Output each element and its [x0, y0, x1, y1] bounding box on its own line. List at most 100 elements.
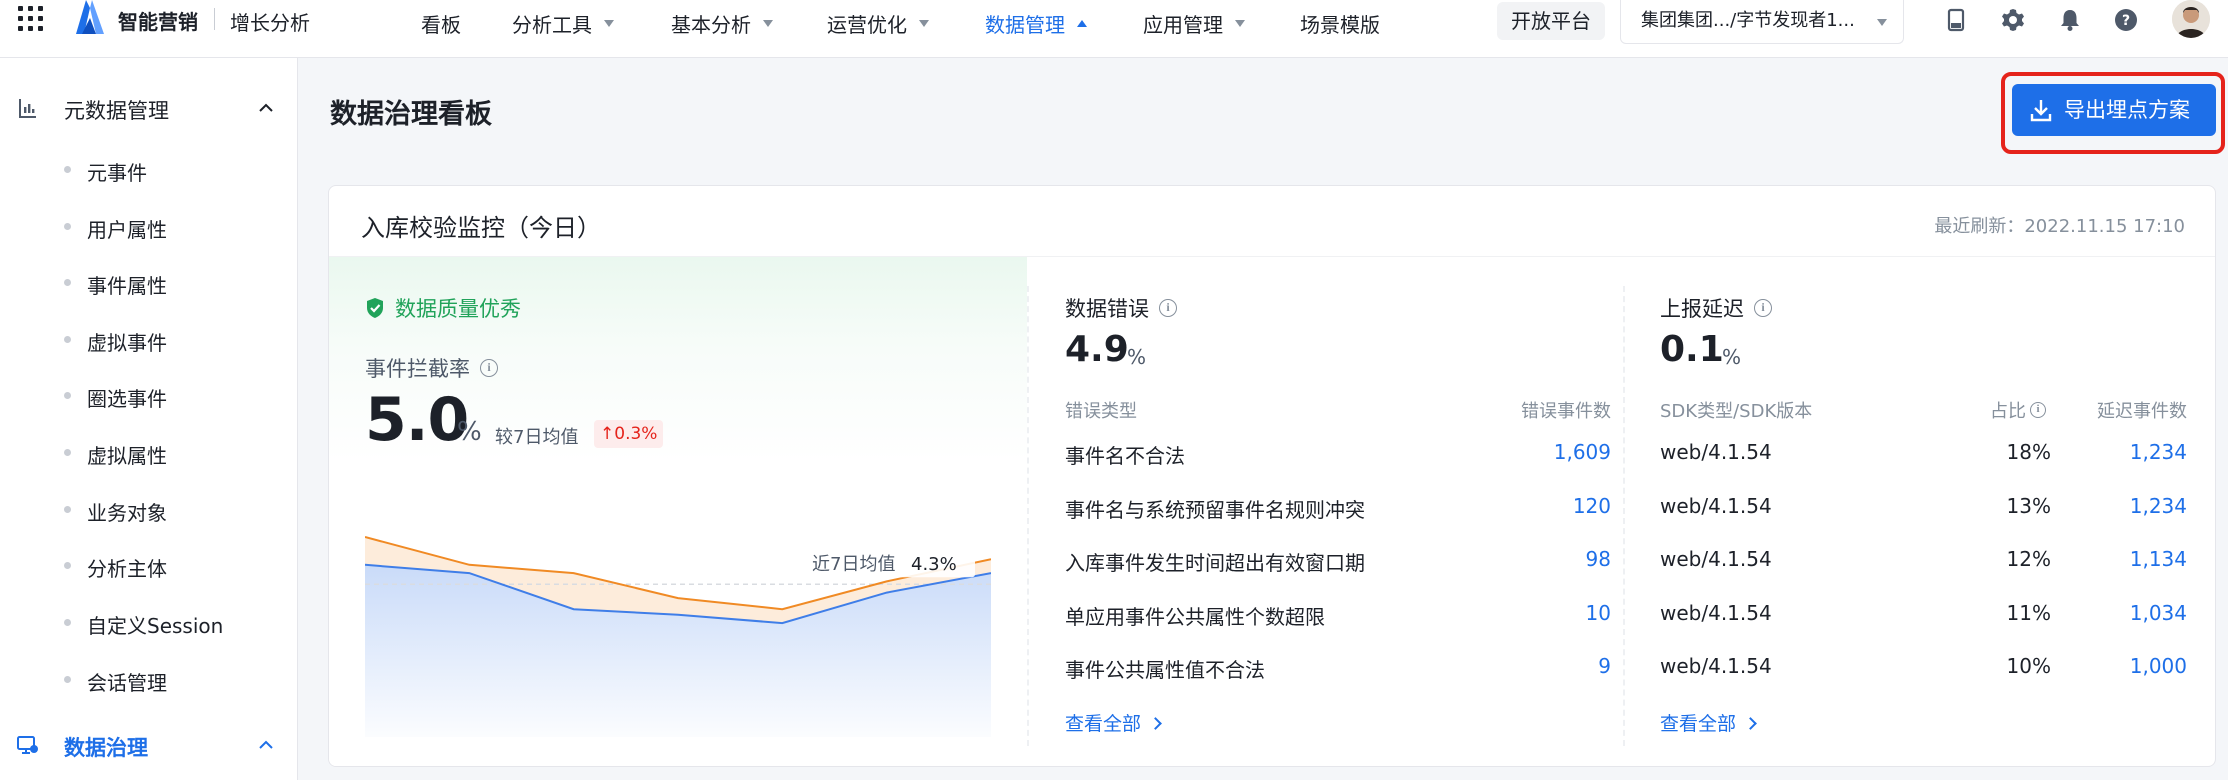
bell-icon[interactable]	[2056, 6, 2084, 34]
chevron-right-icon	[1149, 717, 1162, 730]
intercept-rate-unit: %	[457, 417, 482, 447]
error-count-link[interactable]: 10	[1586, 601, 1611, 625]
nav-data-management[interactable]: 数据管理	[985, 9, 1087, 38]
sidebar-item-label: 事件属性	[87, 274, 167, 298]
error-count-link[interactable]: 98	[1586, 547, 1611, 571]
delay-count-link[interactable]: 1,034	[2130, 601, 2187, 625]
quality-panel: 数据质量优秀 事件拦截率 i 5.0 % 较7日均值 ↑0.3% 近7日均值 4.…	[329, 257, 1027, 766]
bullet-dot	[64, 562, 71, 569]
brand-name[interactable]: 智能营销	[118, 6, 198, 35]
intercept-rate-value: 5.0	[365, 385, 469, 455]
sidebar-item-event-properties[interactable]: 事件属性	[0, 263, 298, 303]
nav-app-management[interactable]: 应用管理	[1143, 9, 1245, 38]
sidebar-group-metadata[interactable]: 元数据管理	[0, 88, 298, 128]
error-type: 入库事件发生时间超出有效窗口期	[1065, 551, 1365, 575]
tablet-icon[interactable]	[1942, 6, 1970, 34]
sidebar-item-virtual-events[interactable]: 虚拟事件	[0, 320, 298, 360]
column-header-delay-count: 延迟事件数	[2097, 401, 2187, 422]
sidebar-item-user-properties[interactable]: 用户属性	[0, 207, 298, 247]
bullet-dot	[64, 166, 71, 173]
delay-count-link[interactable]: 1,234	[2130, 494, 2187, 518]
arrow-up-icon: ↑	[600, 424, 615, 444]
sidebar-group-data-governance[interactable]: 数据治理	[0, 725, 298, 765]
bullet-dot	[64, 336, 71, 343]
intercept-rate-label: 事件拦截率 i	[365, 353, 498, 383]
view-all-delay-link[interactable]: 查看全部	[1660, 709, 1757, 736]
delay-count-link[interactable]: 1,134	[2130, 547, 2187, 571]
delay-title: 上报延迟 i	[1660, 293, 1772, 323]
sidebar-item-session-management[interactable]: 会话管理	[0, 660, 298, 700]
sidebar-item-label: 会话管理	[87, 671, 167, 695]
sidebar-item-virtual-properties[interactable]: 虚拟属性	[0, 433, 298, 473]
divider	[1623, 286, 1625, 746]
error-type: 事件名与系统预留事件名规则冲突	[1065, 498, 1365, 522]
export-tracking-plan-button[interactable]: 导出埋点方案	[2012, 84, 2216, 136]
chevron-up-icon[interactable]	[258, 737, 274, 753]
nav-dashboard[interactable]: 看板	[421, 9, 461, 38]
app-grid-icon[interactable]	[18, 6, 44, 32]
column-header-error-type: 错误类型	[1065, 401, 1137, 422]
delay-count-link[interactable]: 1,000	[2130, 654, 2187, 678]
report-delay-panel: 上报延迟 i 0.1 % SDK类型/SDK版本 占比 i 延迟事件数 web/4.…	[1660, 257, 2187, 766]
nav-analysis-tools[interactable]: 分析工具	[512, 9, 614, 38]
sidebar: 元数据管理 元事件 用户属性 事件属性 虚拟事件 圈选事件 虚拟属性 业务对象 …	[0, 58, 298, 780]
column-header-sdk: SDK类型/SDK版本	[1660, 401, 1813, 422]
card-title: 入库校验监控（今日）	[361, 214, 601, 242]
error-type: 单应用事件公共属性个数超限	[1065, 605, 1325, 629]
sidebar-group-label: 元数据管理	[64, 99, 169, 123]
error-count-link[interactable]: 9	[1598, 654, 1611, 678]
help-icon[interactable]: ?	[2112, 6, 2140, 34]
chevron-down-icon	[604, 20, 614, 27]
delay-ratio: 11%	[2006, 601, 2051, 625]
bullet-dot	[64, 506, 71, 513]
user-avatar[interactable]	[2172, 0, 2210, 38]
sidebar-item-label: 元事件	[87, 161, 147, 185]
sdk-version: web/4.1.54	[1660, 547, 1772, 571]
sidebar-item-analysis-subject[interactable]: 分析主体	[0, 546, 298, 586]
sdk-version: web/4.1.54	[1660, 440, 1772, 464]
chevron-up-icon[interactable]	[258, 100, 274, 116]
svg-text:?: ?	[2122, 13, 2130, 29]
nav-operations[interactable]: 运营优化	[827, 9, 929, 38]
sidebar-item-label: 分析主体	[87, 557, 167, 581]
error-type: 事件公共属性值不合法	[1065, 658, 1265, 682]
sidebar-item-circled-events[interactable]: 圈选事件	[0, 376, 298, 416]
column-header-error-count: 错误事件数	[1521, 401, 1611, 422]
open-platform-button[interactable]: 开放平台	[1497, 2, 1605, 40]
column-header-ratio: 占比 i	[1990, 397, 2046, 423]
info-icon[interactable]: i	[2030, 402, 2046, 418]
delay-ratio: 18%	[2006, 440, 2051, 464]
sidebar-item-label: 业务对象	[87, 501, 167, 525]
view-all-errors-link[interactable]: 查看全部	[1065, 709, 1162, 736]
delay-ratio: 12%	[2006, 547, 2051, 571]
delay-count-link[interactable]: 1,234	[2130, 440, 2187, 464]
sidebar-item-label: 用户属性	[87, 218, 167, 242]
ingestion-monitor-card: 入库校验监控（今日） 最近刷新：2022.11.15 17:10 数据质量优秀 …	[328, 185, 2216, 767]
avg-label: 近7日均值	[812, 554, 895, 575]
page-title: 数据治理看板	[330, 99, 492, 130]
error-count-link[interactable]: 120	[1573, 494, 1611, 518]
project-selector[interactable]: 集团集团.../字节发现者1...	[1620, 0, 1904, 44]
top-navbar: 智能营销 增长分析 看板 分析工具 基本分析 运营优化 数据管理 应用管理 场景…	[0, 0, 2228, 58]
sidebar-item-business-objects[interactable]: 业务对象	[0, 490, 298, 530]
product-name[interactable]: 增长分析	[230, 7, 310, 36]
error-count-link[interactable]: 1,609	[1554, 440, 1611, 464]
sidebar-item-meta-events[interactable]: 元事件	[0, 150, 298, 190]
info-icon[interactable]: i	[480, 359, 498, 377]
sidebar-group-label: 数据治理	[64, 736, 148, 760]
nav-basic-analysis[interactable]: 基本分析	[671, 9, 773, 38]
info-icon[interactable]: i	[1754, 299, 1772, 317]
nav-scene-templates[interactable]: 场景模版	[1300, 9, 1380, 38]
delay-value: 0.1	[1660, 329, 1724, 370]
bullet-dot	[64, 676, 71, 683]
sdk-version: web/4.1.54	[1660, 601, 1772, 625]
info-icon[interactable]: i	[1159, 299, 1177, 317]
sidebar-item-custom-session[interactable]: 自定义Session	[0, 603, 298, 643]
errors-unit: %	[1127, 345, 1147, 369]
chevron-right-icon	[1744, 717, 1757, 730]
chevron-down-icon	[1877, 19, 1887, 26]
sidebar-item-label: 虚拟事件	[87, 331, 167, 355]
last-refresh: 最近刷新：2022.11.15 17:10	[1934, 216, 2185, 237]
gear-icon[interactable]	[1999, 6, 2027, 34]
sdk-version: web/4.1.54	[1660, 654, 1772, 678]
